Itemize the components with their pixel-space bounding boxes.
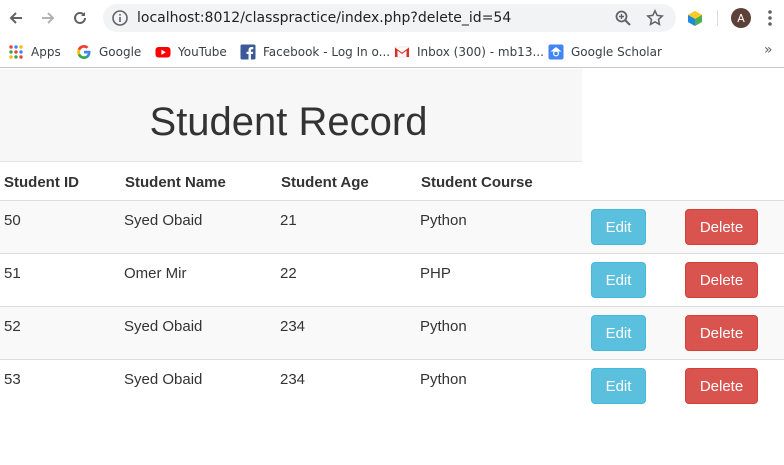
browser-toolbar: localhost:8012/classpractice/index.php?d… [0, 0, 784, 36]
student-age-cell: 22 [280, 265, 297, 282]
forward-arrow-icon[interactable] [38, 8, 58, 28]
column-header-id: Student ID [4, 174, 79, 191]
toolbar-divider [717, 10, 718, 26]
delete-button[interactable]: Delete [685, 209, 758, 245]
gmail-icon [394, 44, 410, 60]
delete-button[interactable]: Delete [685, 368, 758, 404]
student-age-cell: 234 [280, 318, 306, 335]
student-course-cell: Python [420, 212, 467, 229]
student-course-cell: Python [420, 371, 467, 388]
bookmarks-bar: Apps Google YouTube Facebook - Log In o.… [0, 36, 784, 68]
edit-button[interactable]: Edit [591, 368, 646, 404]
reload-icon[interactable] [70, 8, 90, 28]
student-name-cell: Syed Obaid [124, 212, 203, 229]
table-row: 52 Syed Obaid 234 Python Edit Delete [0, 307, 784, 360]
table-row: 53 Syed Obaid 234 Python Edit Delete [0, 360, 784, 413]
student-name-cell: Syed Obaid [124, 318, 203, 335]
back-arrow-icon[interactable] [6, 8, 26, 28]
youtube-icon [155, 44, 171, 60]
kebab-menu-icon[interactable] [767, 9, 773, 27]
extension-cube-icon[interactable] [686, 9, 704, 27]
google-icon [76, 44, 92, 60]
student-id-cell: 50 [4, 212, 21, 229]
bookmark-label: YouTube [178, 45, 227, 59]
bookmark-label: Facebook - Log In o... [263, 45, 391, 59]
bookmark-label: Google [99, 45, 142, 59]
student-id-cell: 52 [4, 318, 21, 335]
bookmark-star-icon[interactable] [646, 9, 664, 27]
bookmark-youtube[interactable]: YouTube [155, 42, 227, 62]
edit-button[interactable]: Edit [591, 262, 646, 298]
bookmark-label: Inbox (300) - mb13... [417, 45, 544, 59]
delete-button[interactable]: Delete [685, 315, 758, 351]
student-id-cell: 51 [4, 265, 21, 282]
edit-button[interactable]: Edit [591, 315, 646, 351]
student-name-cell: Syed Obaid [124, 371, 203, 388]
column-header-name: Student Name [125, 174, 226, 191]
bookmark-apps[interactable]: Apps [8, 42, 61, 62]
delete-button[interactable]: Delete [685, 262, 758, 298]
bookmark-gmail[interactable]: Inbox (300) - mb13... [394, 42, 544, 62]
bookmark-label: Apps [31, 45, 61, 59]
bookmark-facebook[interactable]: Facebook - Log In o... [240, 42, 390, 62]
more-bookmarks-button[interactable]: » [764, 42, 773, 58]
address-url[interactable]: localhost:8012/classpractice/index.php?d… [137, 10, 511, 26]
bookmark-label: Google Scholar [571, 45, 662, 59]
student-course-cell: PHP [420, 265, 451, 282]
info-icon[interactable] [111, 9, 129, 27]
address-bar[interactable]: localhost:8012/classpractice/index.php?d… [103, 4, 676, 32]
student-id-cell: 53 [4, 371, 21, 388]
student-age-cell: 234 [280, 371, 306, 388]
student-age-cell: 21 [280, 212, 297, 229]
column-header-course: Student Course [421, 174, 533, 191]
profile-avatar[interactable]: A [731, 8, 751, 28]
page-title: Student Record [149, 100, 428, 144]
facebook-icon [240, 44, 256, 60]
apps-grid-icon [8, 44, 24, 60]
table-row: 50 Syed Obaid 21 Python Edit Delete [0, 201, 784, 254]
student-name-cell: Omer Mir [124, 265, 187, 282]
zoom-icon[interactable] [614, 9, 632, 27]
column-header-age: Student Age [281, 174, 369, 191]
bookmark-google-scholar[interactable]: Google Scholar [548, 42, 662, 62]
edit-button[interactable]: Edit [591, 209, 646, 245]
student-course-cell: Python [420, 318, 467, 335]
table-row: 51 Omer Mir 22 PHP Edit Delete [0, 254, 784, 307]
bookmark-google[interactable]: Google [76, 42, 141, 62]
google-scholar-icon [548, 44, 564, 60]
